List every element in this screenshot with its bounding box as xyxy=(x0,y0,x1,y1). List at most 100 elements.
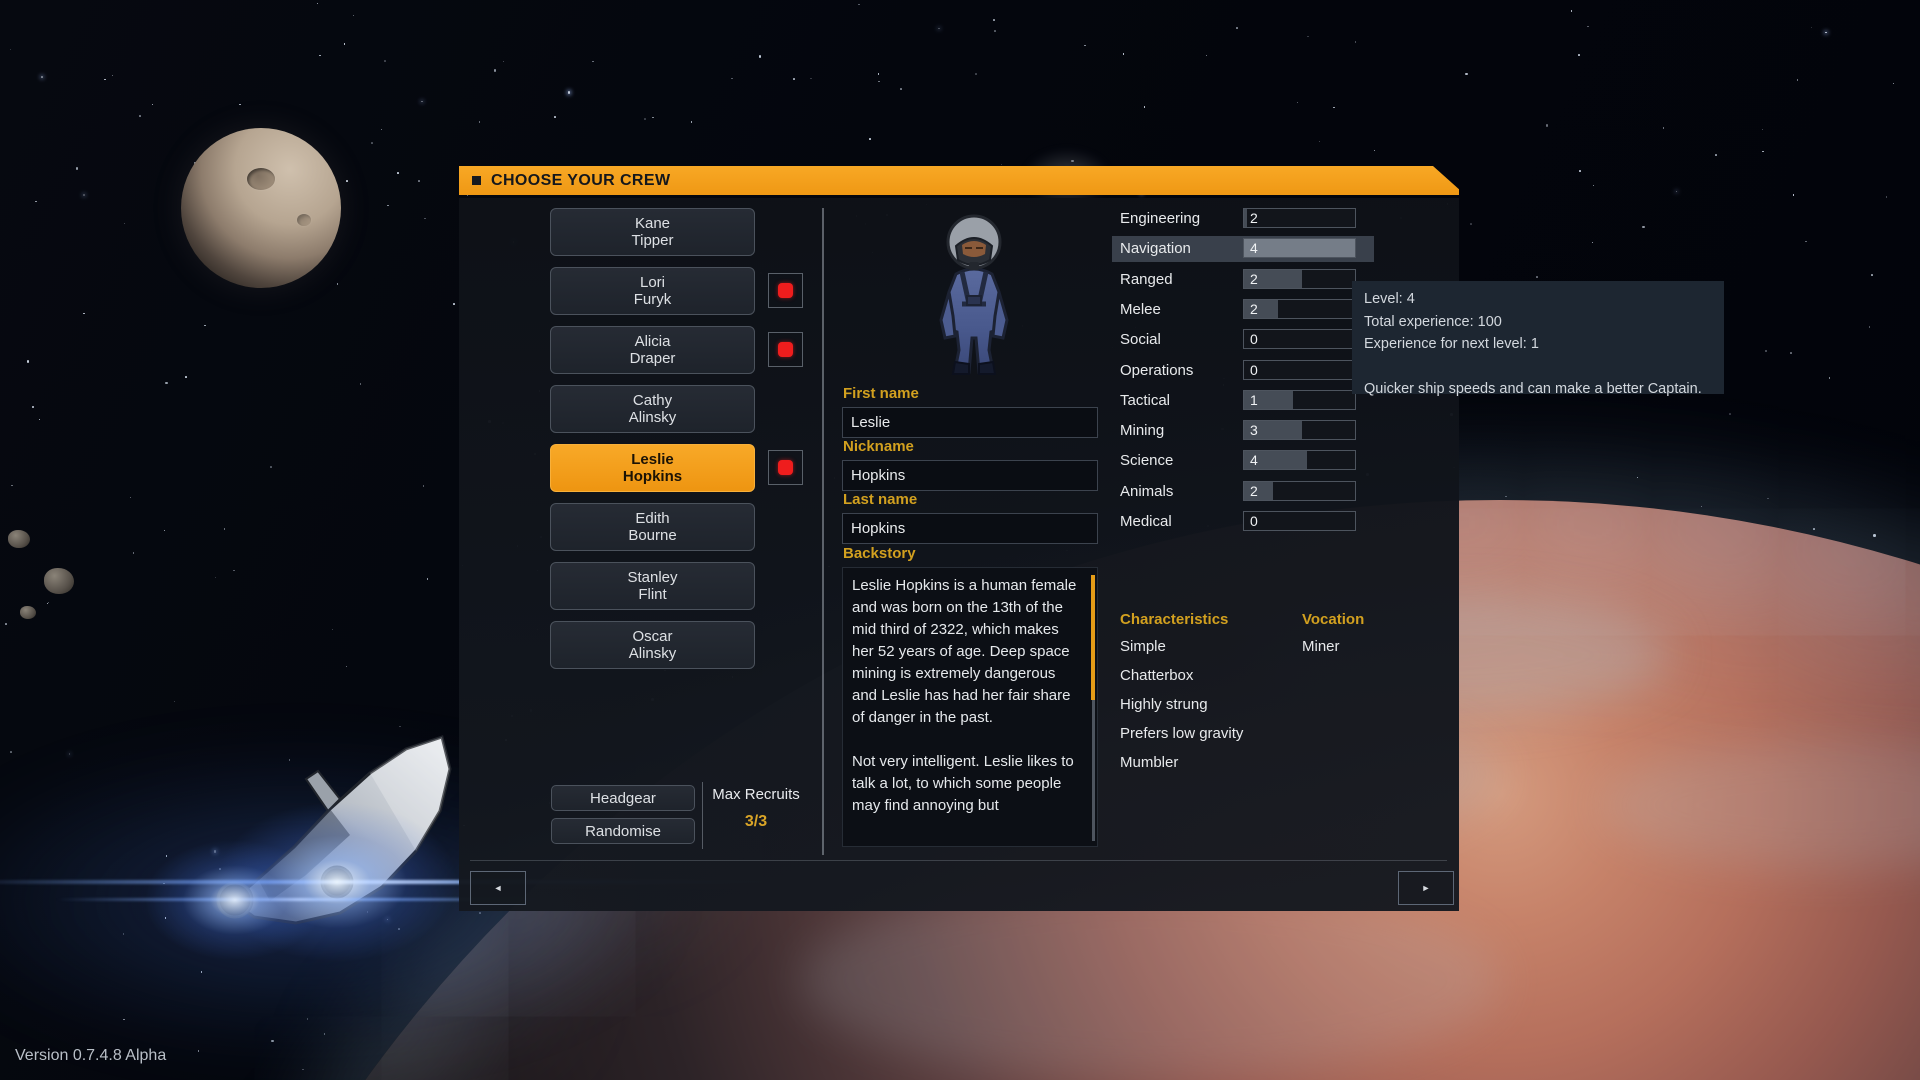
skill-row[interactable]: Tactical 1 xyxy=(1112,388,1374,414)
crew-last-name: Flint xyxy=(638,586,666,603)
footer-divider xyxy=(470,860,1447,861)
crew-last-name: Alinsky xyxy=(629,645,677,662)
asteroid xyxy=(8,530,30,548)
crew-portrait xyxy=(929,212,1019,377)
last-name-label: Last name xyxy=(843,491,917,508)
arrow-right-icon: ► xyxy=(1422,883,1431,893)
moon xyxy=(181,128,341,288)
skill-row[interactable]: Engineering 2 xyxy=(1112,206,1374,232)
crew-member-button[interactable]: AliciaDraper xyxy=(550,326,755,374)
recruited-indicator-icon xyxy=(778,283,793,298)
title-bullet-icon xyxy=(472,176,481,185)
moon-crater xyxy=(247,168,275,190)
skill-progress-fill xyxy=(1244,239,1355,257)
skill-name: Medical xyxy=(1120,509,1172,535)
nickname-input[interactable] xyxy=(842,460,1098,491)
tooltip-description: Quicker ship speeds and can make a bette… xyxy=(1364,378,1712,401)
skill-progress-bar: 4 xyxy=(1243,450,1356,470)
skill-row[interactable]: Mining3 xyxy=(1112,418,1374,444)
crew-first-name: Cathy xyxy=(633,392,672,409)
skill-row[interactable]: Animals 2 xyxy=(1112,479,1374,505)
crew-first-name: Alicia xyxy=(635,333,671,350)
skill-name: Animals xyxy=(1120,479,1173,505)
skill-level-value: 2 xyxy=(1250,300,1258,318)
headgear-button[interactable]: Headgear xyxy=(551,785,695,811)
crew-member-button[interactable]: OscarAlinsky xyxy=(550,621,755,669)
crew-row: OscarAlinsky xyxy=(550,621,830,669)
recruited-checkbox[interactable] xyxy=(768,273,803,308)
skill-name: Engineering xyxy=(1120,206,1200,232)
asteroid xyxy=(44,568,74,594)
skill-progress-fill xyxy=(1244,209,1247,227)
game-screen: CHOOSE YOUR CREW KaneTipper LoriFuryk Alic… xyxy=(0,0,1920,1080)
skill-level-value: 4 xyxy=(1250,451,1258,469)
randomise-button[interactable]: Randomise xyxy=(551,818,695,844)
crew-row: AliciaDraper xyxy=(550,326,830,374)
crew-member-button[interactable]: LoriFuryk xyxy=(550,267,755,315)
skill-row[interactable]: Operations 0 xyxy=(1112,358,1374,384)
crew-row: LoriFuryk xyxy=(550,267,830,315)
skill-name: Operations xyxy=(1120,358,1193,384)
recruited-checkbox[interactable] xyxy=(768,332,803,367)
crew-member-button[interactable]: LeslieHopkins xyxy=(550,444,755,492)
crew-first-name: Stanley xyxy=(627,569,677,586)
crew-row: StanleyFlint xyxy=(550,562,830,610)
skill-progress-bar: 2 xyxy=(1243,299,1356,319)
skill-level-value: 0 xyxy=(1250,361,1258,379)
max-recruits-label: Max Recruits xyxy=(705,786,807,803)
skill-row[interactable]: Ranged2 xyxy=(1112,267,1374,293)
characteristics-heading: Characteristics xyxy=(1120,611,1228,628)
skill-row[interactable]: Medical 0 xyxy=(1112,509,1374,535)
skill-progress-bar: 1 xyxy=(1243,390,1356,410)
skill-row[interactable]: Science4 xyxy=(1112,448,1374,474)
crew-row: CathyAlinsky xyxy=(550,385,830,433)
column-divider xyxy=(822,208,824,855)
crew-row: EdithBourne xyxy=(550,503,830,551)
skill-progress-bar: 0 xyxy=(1243,329,1356,349)
planet-cloud xyxy=(1600,740,1920,870)
backstory-text: Leslie Hopkins is a human female and was… xyxy=(843,568,1097,817)
crew-first-name: Kane xyxy=(635,215,670,232)
skill-progress-bar: 2 xyxy=(1243,208,1356,228)
skill-name: Mining xyxy=(1120,418,1164,444)
crew-member-button[interactable]: StanleyFlint xyxy=(550,562,755,610)
characteristic-item: Mumbler xyxy=(1120,754,1178,771)
backstory-label: Backstory xyxy=(843,545,916,562)
characteristic-item: Prefers low gravity xyxy=(1120,725,1243,742)
skill-name: Tactical xyxy=(1120,388,1170,414)
skill-level-value: 4 xyxy=(1250,239,1258,257)
skill-progress-bar: 0 xyxy=(1243,511,1356,531)
backstory-box[interactable]: Leslie Hopkins is a human female and was… xyxy=(842,567,1098,847)
skill-row[interactable]: Navigation4 xyxy=(1112,236,1374,262)
skill-row[interactable]: Melee2 xyxy=(1112,297,1374,323)
nickname-label: Nickname xyxy=(843,438,914,455)
next-page-button[interactable]: ► xyxy=(1398,871,1454,905)
recruited-checkbox[interactable] xyxy=(768,450,803,485)
crew-member-button[interactable]: KaneTipper xyxy=(550,208,755,256)
window-title-bar: CHOOSE YOUR CREW xyxy=(459,166,1459,195)
recruited-indicator-icon xyxy=(778,460,793,475)
skill-row[interactable]: Social 0 xyxy=(1112,327,1374,353)
crew-last-name: Hopkins xyxy=(623,468,682,485)
characteristic-item: Highly strung xyxy=(1120,696,1208,713)
last-name-input[interactable] xyxy=(842,513,1098,544)
prev-page-button[interactable]: ◄ xyxy=(470,871,526,905)
skill-name: Social xyxy=(1120,327,1161,353)
crew-last-name: Tipper xyxy=(632,232,674,249)
crew-member-button[interactable]: EdithBourne xyxy=(550,503,755,551)
backstory-scrollbar-thumb[interactable] xyxy=(1091,575,1095,700)
skill-progress-fill xyxy=(1244,482,1273,500)
crew-first-name: Edith xyxy=(635,510,669,527)
first-name-input[interactable] xyxy=(842,407,1098,438)
crew-member-button[interactable]: CathyAlinsky xyxy=(550,385,755,433)
backstory-paragraph: Not very intelligent. Leslie likes to ta… xyxy=(852,751,1083,817)
crew-last-name: Furyk xyxy=(634,291,672,308)
tooltip-line: Total experience: 100 xyxy=(1364,311,1712,334)
vocation-heading: Vocation xyxy=(1302,611,1364,628)
moon-crater xyxy=(297,214,311,226)
crew-row: KaneTipper xyxy=(550,208,830,256)
skill-progress-bar: 0 xyxy=(1243,360,1356,380)
tooltip-line: Level: 4 xyxy=(1364,288,1712,311)
crew-first-name: Lori xyxy=(640,274,665,291)
skill-level-value: 2 xyxy=(1250,482,1258,500)
